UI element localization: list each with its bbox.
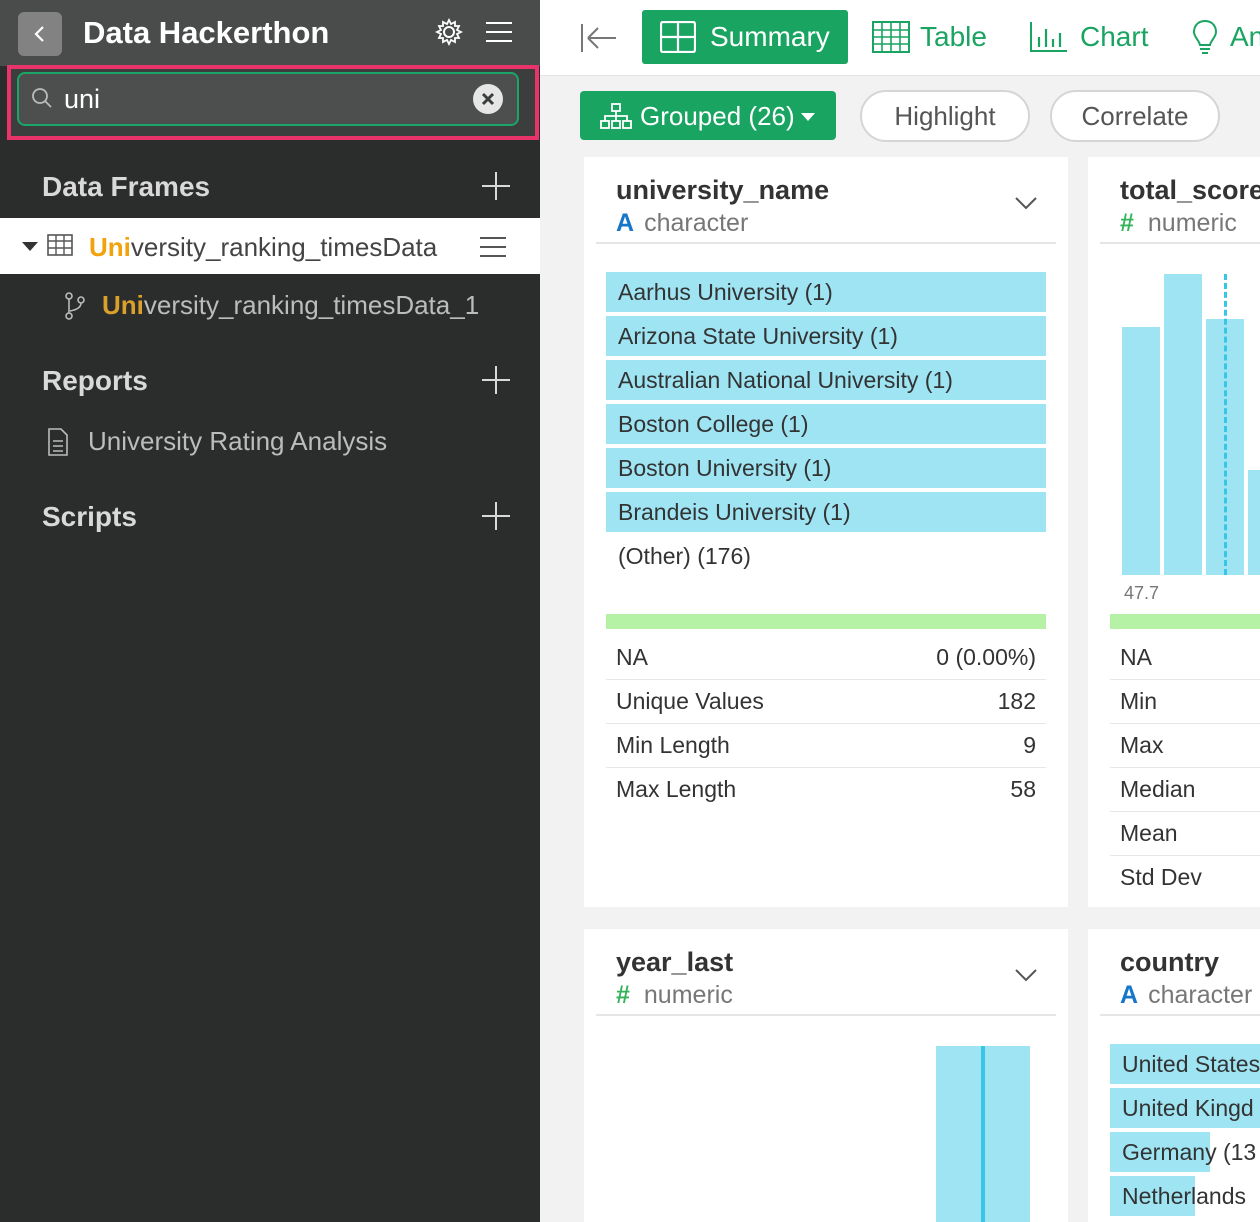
- reports-heading: Reports: [42, 365, 148, 396]
- tab-summary[interactable]: Summary: [642, 10, 848, 64]
- column-card-total-score: total_score # numeric 47.7 NA Min Max Med…: [1088, 157, 1260, 907]
- document-icon: [48, 428, 68, 456]
- histogram-bar[interactable]: [1164, 274, 1202, 575]
- add-script-button[interactable]: [482, 502, 510, 530]
- stat-row: Unique Values 182: [606, 680, 1046, 724]
- na-ratio-bar: [606, 614, 1046, 629]
- other-values-label: (Other) (176): [618, 543, 751, 569]
- histogram-bar[interactable]: [1248, 470, 1260, 575]
- hamburger-menu-icon[interactable]: [486, 17, 512, 47]
- column-card-university-name: university_name Acharacter Aarhus Univer…: [584, 157, 1068, 907]
- search-icon: [32, 88, 52, 108]
- column-type: # numeric: [1120, 209, 1237, 237]
- summary-grid-icon: [660, 21, 696, 53]
- column-card-year-last: year_last # numeric: [584, 929, 1068, 1222]
- grouped-dropdown-button[interactable]: Grouped (26): [580, 91, 836, 140]
- data-frames-heading: Data Frames: [42, 171, 211, 202]
- clear-search-button[interactable]: [473, 84, 503, 114]
- stat-row: NA: [1110, 636, 1260, 680]
- axis-min-label: 47.7: [1124, 583, 1160, 603]
- stat-row: Max Length 58: [616, 776, 1036, 802]
- back-button[interactable]: [18, 12, 62, 56]
- tab-analytics[interactable]: An: [1190, 10, 1260, 64]
- na-ratio-bar: [1110, 614, 1260, 629]
- search-input-value: uni: [64, 84, 101, 114]
- chevron-down-icon[interactable]: [1014, 967, 1038, 983]
- report-label: University Rating Analysis: [88, 426, 388, 456]
- search-highlight-frame: uni: [7, 65, 539, 140]
- stat-row: Median: [1110, 768, 1260, 812]
- stat-row: Max: [1110, 724, 1260, 768]
- collapse-sidebar-icon[interactable]: [580, 22, 618, 54]
- column-type: Acharacter: [1120, 981, 1253, 1009]
- histogram-bar[interactable]: [1122, 327, 1160, 575]
- add-report-button[interactable]: [482, 366, 510, 394]
- correlate-button[interactable]: Correlate: [1050, 90, 1220, 142]
- gear-icon[interactable]: [434, 17, 464, 47]
- sidebar: Data Hackerthon uni Data Frames Universi…: [0, 0, 540, 1222]
- data-frame-menu-icon[interactable]: [480, 236, 506, 258]
- value-label: Boston University (1): [618, 455, 832, 481]
- numeric-type-icon: #: [616, 981, 630, 1009]
- summary-subbar: Grouped (26) Highlight Correlate: [540, 77, 1260, 157]
- column-name: year_last: [616, 947, 734, 977]
- branch-item[interactable]: University_ranking_timesData_1: [0, 280, 540, 330]
- search-input[interactable]: uni: [17, 72, 519, 126]
- stat-row: Mean: [1110, 812, 1260, 856]
- sidebar-header: Data Hackerthon: [0, 0, 540, 66]
- numeric-type-icon: #: [1120, 209, 1134, 237]
- tab-chart[interactable]: Chart: [1028, 10, 1158, 64]
- tab-table[interactable]: Table: [870, 10, 1000, 64]
- card-divider: [1100, 1014, 1260, 1016]
- close-icon: [481, 92, 495, 106]
- value-label: Boston College (1): [618, 411, 809, 437]
- value-label: United States: [1122, 1051, 1260, 1077]
- character-type-icon: A: [1120, 981, 1139, 1009]
- stat-row: NA 0 (0.00%): [606, 636, 1046, 680]
- value-label: Netherlands: [1122, 1183, 1247, 1209]
- column-card-country: country Acharacter United States United …: [1088, 929, 1260, 1222]
- column-type: Acharacter: [616, 209, 749, 237]
- median-line: [1224, 274, 1227, 575]
- scripts-heading: Scripts: [42, 501, 137, 532]
- branch-label: University_ranking_timesData_1: [102, 290, 480, 320]
- chevron-left-icon: [34, 26, 44, 42]
- report-item[interactable]: University Rating Analysis: [0, 416, 540, 466]
- table-icon: [47, 234, 73, 256]
- caret-down-icon[interactable]: [22, 242, 38, 251]
- stat-row: Min: [1110, 680, 1260, 724]
- column-type: # numeric: [616, 981, 733, 1009]
- table-icon: [872, 21, 910, 53]
- caret-down-icon: [801, 113, 815, 121]
- project-title: Data Hackerthon: [83, 15, 330, 50]
- value-label: Germany (13: [1122, 1139, 1257, 1165]
- value-label: Arizona State University (1): [618, 323, 898, 349]
- card-divider: [596, 1014, 1056, 1016]
- branch-icon: [65, 292, 85, 320]
- lightbulb-icon: [1192, 19, 1218, 54]
- stat-row: Std Dev: [1120, 864, 1202, 890]
- view-toolbar: Summary Table Chart An: [540, 0, 1260, 76]
- hierarchy-icon: [600, 103, 632, 129]
- value-label: Aarhus University (1): [618, 279, 833, 305]
- value-label: Brandeis University (1): [618, 499, 851, 525]
- card-divider: [596, 242, 1056, 244]
- bar-chart-icon: [1030, 22, 1067, 52]
- card-divider: [1100, 242, 1260, 244]
- median-line: [981, 1046, 985, 1222]
- main-area: Summary Table Chart An Grouped (26) High…: [540, 0, 1260, 1222]
- data-frame-label: University_ranking_timesData: [89, 232, 438, 262]
- data-frame-item[interactable]: University_ranking_timesData: [0, 218, 540, 274]
- value-label: United Kingd: [1122, 1095, 1254, 1121]
- column-name: total_score: [1120, 175, 1260, 205]
- value-label: Australian National University (1): [618, 367, 953, 393]
- column-name: university_name: [616, 175, 830, 205]
- add-data-frame-button[interactable]: [482, 172, 510, 200]
- highlight-button[interactable]: Highlight: [860, 90, 1030, 142]
- column-name: country: [1120, 947, 1220, 977]
- stat-row: Min Length 9: [606, 724, 1046, 768]
- chevron-down-icon[interactable]: [1014, 195, 1038, 211]
- character-type-icon: A: [616, 209, 635, 237]
